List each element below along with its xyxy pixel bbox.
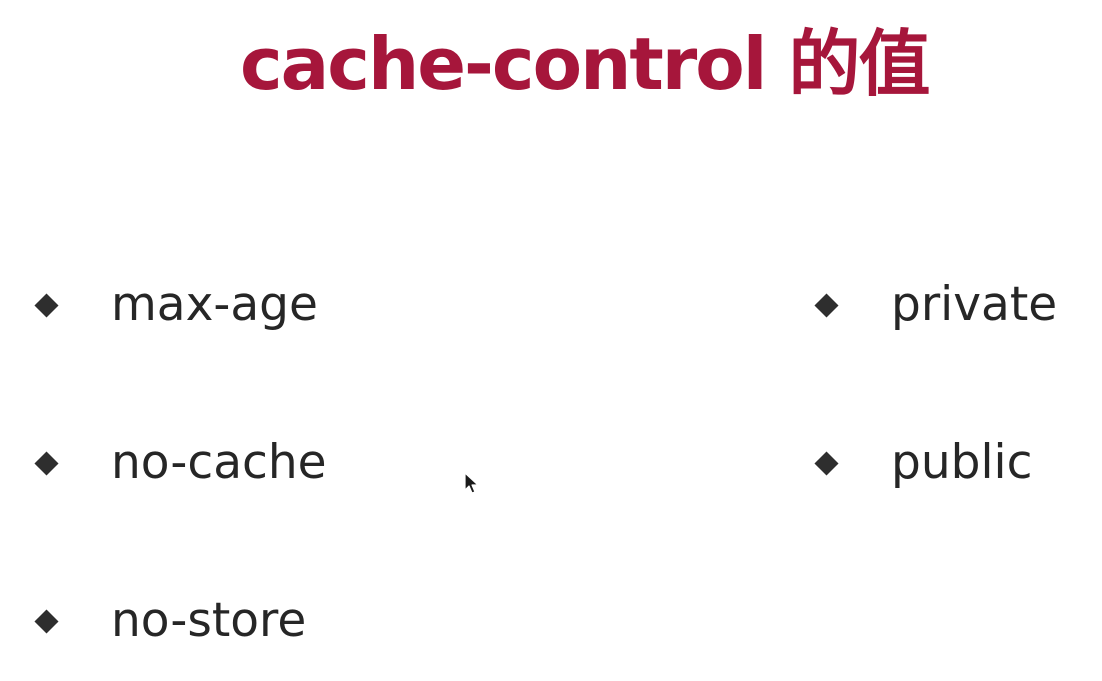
bullet-label: private (891, 277, 1058, 332)
bullet-item-private: private (814, 270, 1058, 340)
presentation-slide: cache-control 的值 max-age no-cache no-sto… (0, 0, 1102, 681)
bullet-label: max-age (111, 277, 318, 332)
slide-title: cache-control 的值 (240, 22, 930, 106)
diamond-bullet-icon (34, 292, 59, 318)
diamond-bullet-icon (34, 608, 59, 634)
diamond-bullet-icon (814, 450, 839, 476)
diamond-bullet-icon (814, 292, 839, 318)
bullet-item-no-store: no-store (34, 586, 307, 656)
bullet-item-no-cache: no-cache (34, 428, 327, 498)
bullet-label: no-store (111, 593, 307, 648)
bullet-label: no-cache (111, 435, 327, 490)
bullet-item-public: public (814, 428, 1033, 498)
bullet-item-max-age: max-age (34, 270, 318, 340)
mouse-pointer-icon (464, 472, 479, 494)
diamond-bullet-icon (34, 450, 59, 476)
bullet-label: public (891, 435, 1033, 490)
